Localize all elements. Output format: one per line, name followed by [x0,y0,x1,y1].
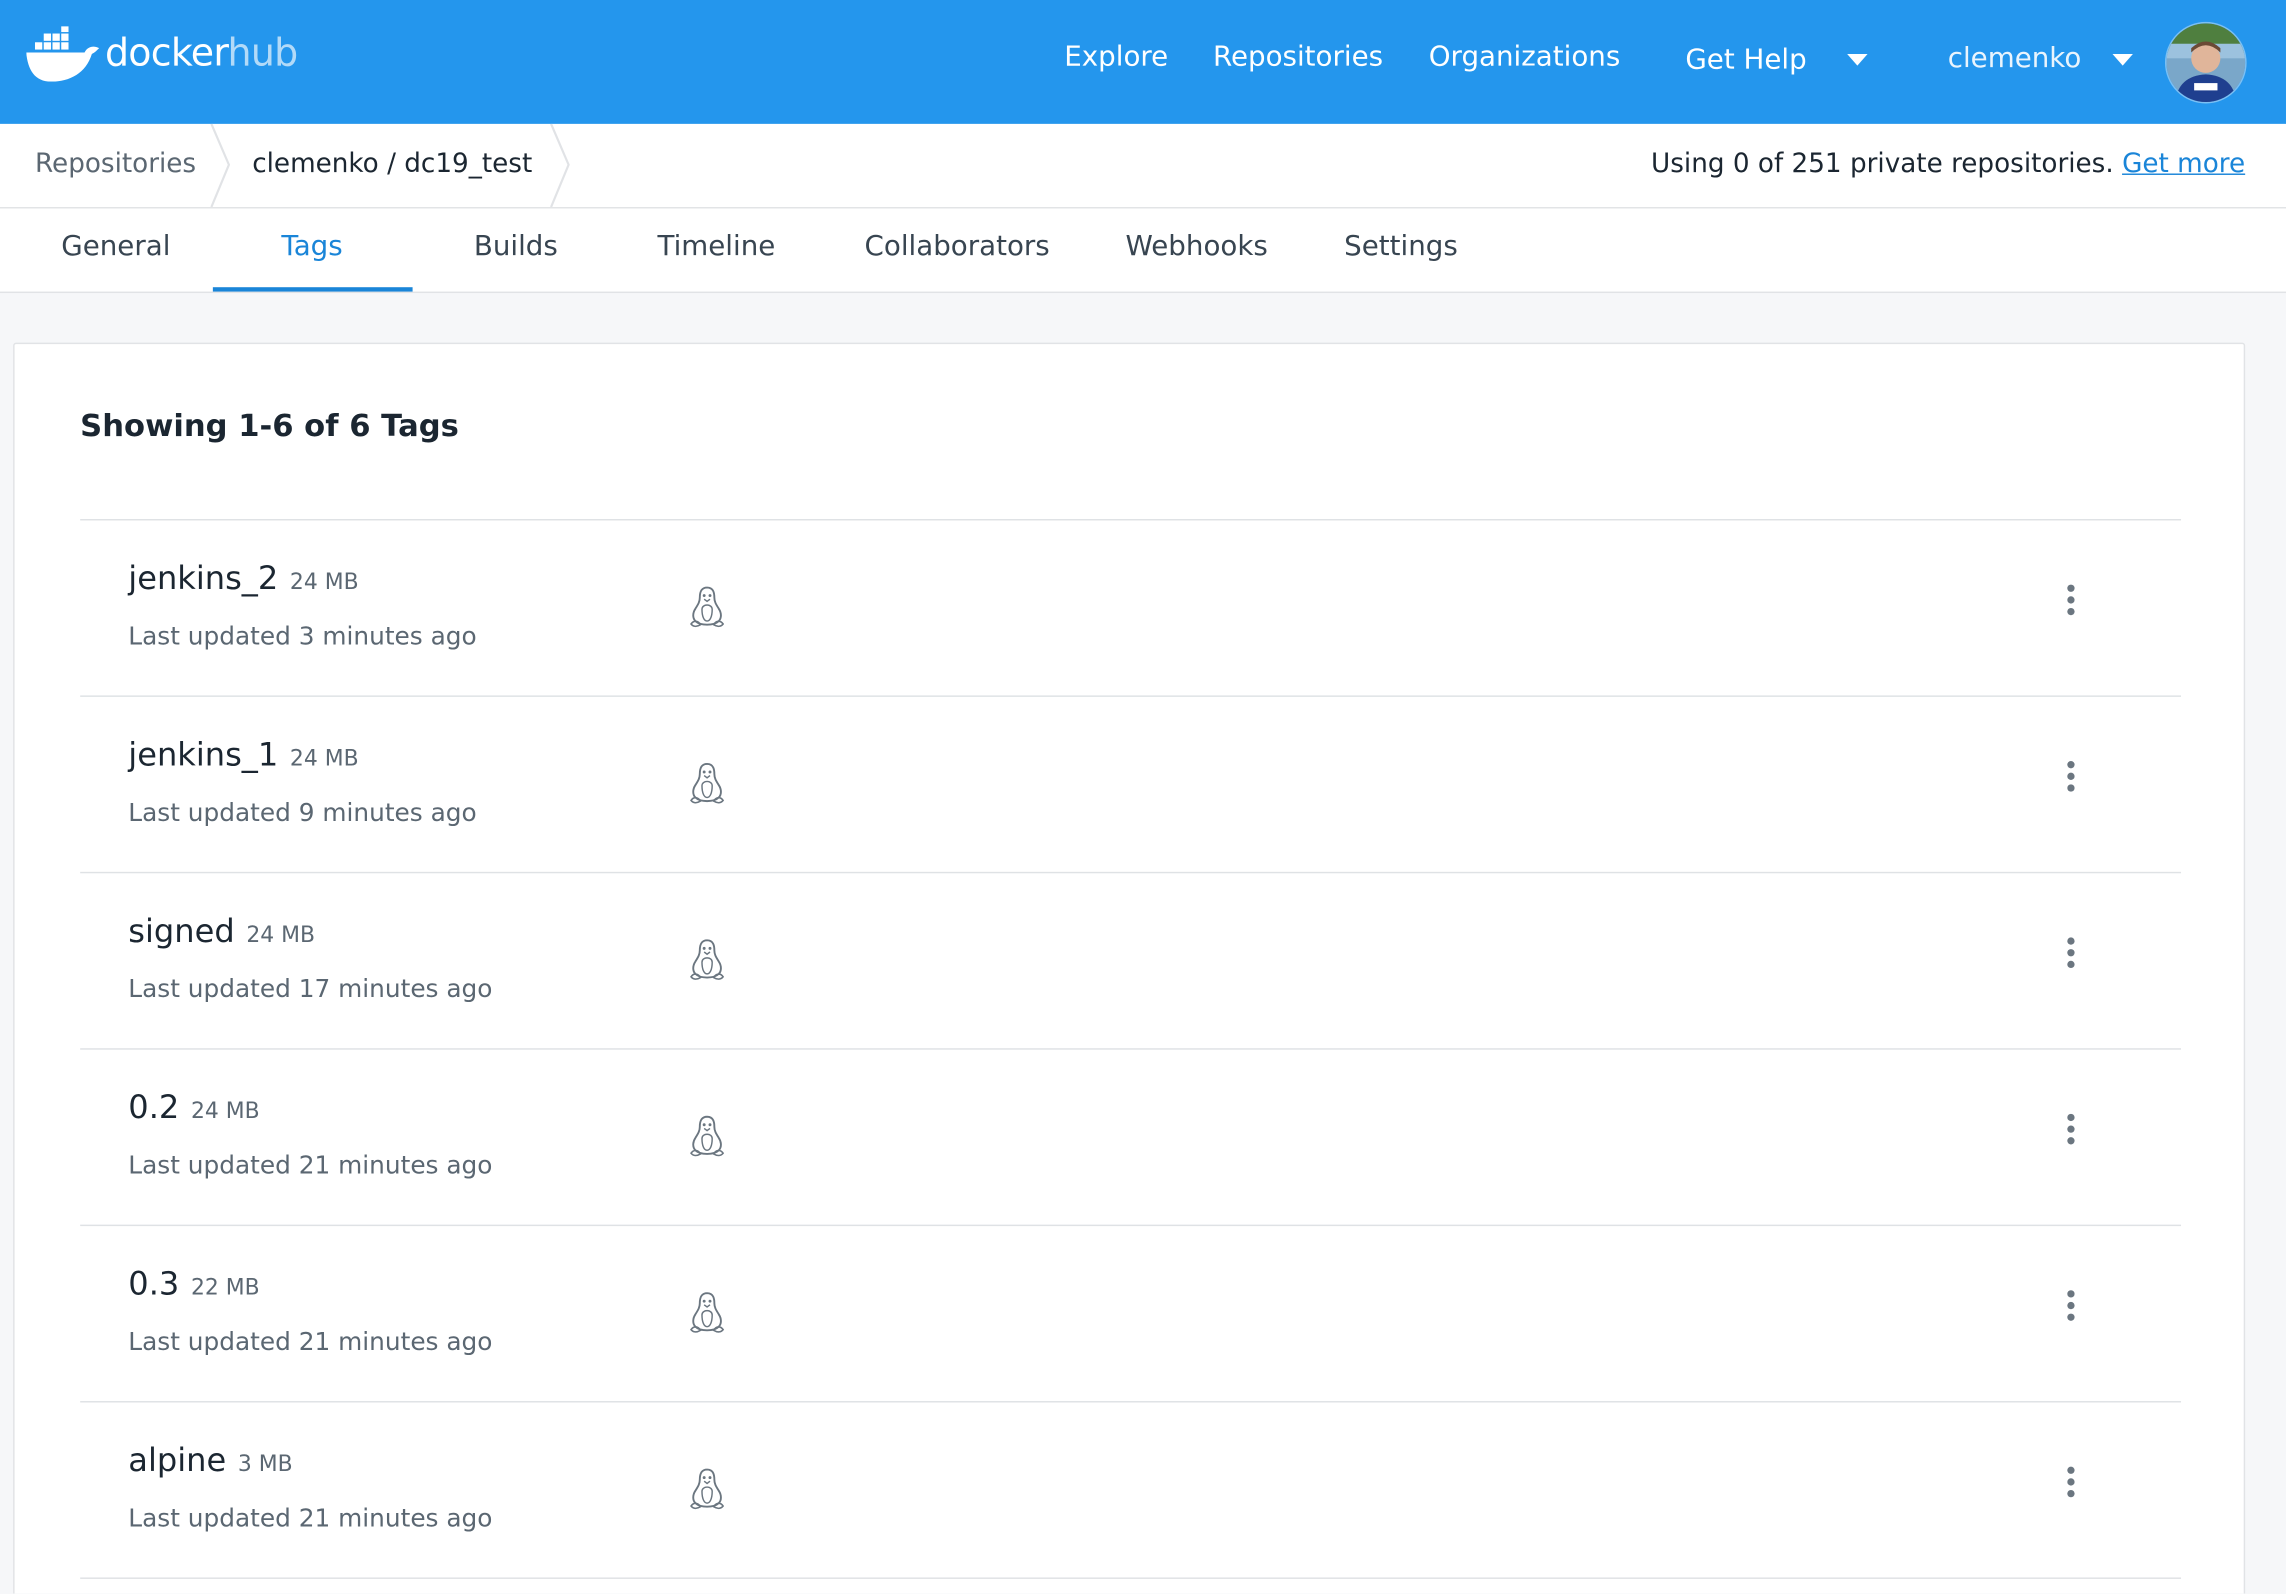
tag-last-updated: Last updated 3 minutes ago [128,622,477,652]
user-menu-chevron-down-icon[interactable] [2112,53,2133,66]
tab-general[interactable]: General [61,230,170,262]
user-menu[interactable]: clemenko [1948,42,2082,74]
breadcrumb-repositories[interactable]: Repositories [35,149,196,180]
linux-icon [690,762,725,804]
tag-name[interactable]: signed [128,914,234,950]
tags-card: Showing 1-6 of 6 Tags jenkins_2 24 MB Las… [13,342,2246,1594]
linux-icon [690,1292,725,1333]
tag-row: signed 24 MB Last updated 17 minutes ago [80,873,2182,1050]
linux-icon [690,586,725,628]
breadcrumb-separator-icon [210,123,231,208]
top-nav: dockerhub Explore Repositories Organizat… [0,0,2286,124]
tag-list: jenkins_2 24 MB Last updated 3 minutes ag… [80,519,2182,1579]
nav-organizations[interactable]: Organizations [1429,41,1621,73]
tag-last-updated: Last updated 21 minutes ago [128,1151,493,1181]
docker-whale-icon [26,26,100,82]
get-more-link[interactable]: Get more [2122,149,2245,180]
get-help-chevron-down-icon[interactable] [1847,53,1868,66]
linux-icon [690,1468,725,1510]
private-repo-usage: Using 0 of 251 private repositories. Get… [1651,149,2245,180]
linux-icon [690,1115,725,1157]
tab-timeline[interactable]: Timeline [658,230,776,262]
tag-size: 22 MB [190,1274,260,1301]
tag-title-line: signed 24 MB [128,914,315,950]
tags-count-heading: Showing 1-6 of 6 Tags [80,408,459,444]
private-repo-usage-text: Using 0 of 251 private repositories. [1651,148,2114,180]
tag-more-vertical-icon[interactable] [2056,761,2085,805]
tag-name[interactable]: jenkins_1 [128,738,278,774]
active-tab-indicator [212,287,413,292]
tag-size: 24 MB [289,568,359,595]
user-avatar[interactable] [2164,21,2247,104]
tag-last-updated: Last updated 9 minutes ago [128,798,477,829]
tag-name[interactable]: 0.2 [128,1091,179,1127]
docker-hub-logo[interactable]: dockerhub [26,26,298,82]
tag-title-line: 0.2 24 MB [128,1091,259,1127]
logo-docker-text: docker [104,32,228,76]
tag-size: 3 MB [237,1450,293,1477]
tag-name[interactable]: alpine [128,1443,226,1479]
tag-name[interactable]: jenkins_2 [128,561,278,597]
tag-title-line: alpine 3 MB [128,1443,292,1479]
tab-tags[interactable]: Tags [281,230,342,262]
linux-icon [690,939,725,980]
tag-more-vertical-icon[interactable] [2056,1466,2085,1511]
logo-wordmark: dockerhub [105,35,298,73]
breadcrumb-end-icon [550,123,570,208]
tab-webhooks[interactable]: Webhooks [1125,230,1267,262]
tag-title-line: jenkins_1 24 MB [128,738,358,774]
breadcrumb: Repositories clemenko / dc19_test Using … [0,123,2286,209]
tag-more-vertical-icon[interactable] [2056,1113,2085,1158]
tag-more-vertical-icon[interactable] [2056,937,2085,981]
tab-collaborators[interactable]: Collaborators [865,230,1050,262]
tag-last-updated: Last updated 21 minutes ago [128,1328,493,1358]
tag-name[interactable]: 0.3 [128,1267,179,1303]
tag-row: 0.2 24 MB Last updated 21 minutes ago [80,1050,2182,1227]
logo-hub-text: hub [227,32,299,76]
tag-title-line: 0.3 22 MB [128,1267,259,1303]
tag-size: 24 MB [190,1097,260,1125]
nav-repositories[interactable]: Repositories [1213,41,1383,73]
tag-title-line: jenkins_2 24 MB [128,561,358,597]
nav-explore[interactable]: Explore [1064,41,1168,73]
tag-row: alpine 3 MB Last updated 21 minutes ago [80,1402,2182,1579]
nav-get-help[interactable]: Get Help [1685,44,1806,76]
avatar-image [2166,23,2246,103]
tag-more-vertical-icon[interactable] [2056,1290,2085,1334]
tag-row: 0.3 22 MB Last updated 21 minutes ago [80,1226,2182,1403]
tag-row: jenkins_1 24 MB Last updated 9 minutes ag… [80,697,2182,874]
tag-size: 24 MB [246,921,316,948]
tag-last-updated: Last updated 17 minutes ago [128,975,493,1005]
tag-row: jenkins_2 24 MB Last updated 3 minutes ag… [80,520,2182,697]
repo-tabs: General Tags Builds Timeline Collaborato… [0,208,2286,294]
tag-last-updated: Last updated 21 minutes ago [128,1504,493,1534]
breadcrumb-current-repo: clemenko / dc19_test [252,148,533,180]
tab-builds[interactable]: Builds [474,230,558,262]
tag-size: 24 MB [289,744,359,772]
page: dockerhub Explore Repositories Organizat… [0,0,2286,1594]
tab-settings[interactable]: Settings [1344,230,1458,262]
tag-more-vertical-icon[interactable] [2056,584,2085,629]
